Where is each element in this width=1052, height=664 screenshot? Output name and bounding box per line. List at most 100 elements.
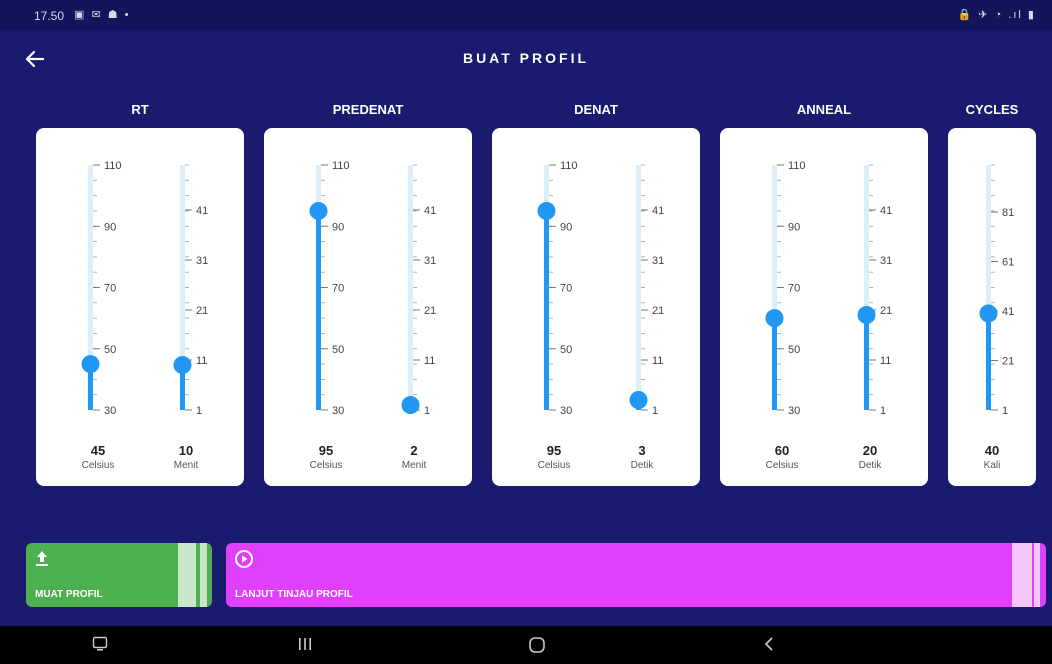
slider-tick-label: 50 — [332, 344, 344, 356]
slider-thumb[interactable] — [173, 356, 192, 374]
slider-fill — [986, 313, 991, 410]
load-profile-button[interactable]: MUAT PROFIL — [26, 543, 212, 607]
slider-tick-label: 1 — [652, 405, 658, 417]
slider-tick-label: 30 — [332, 405, 344, 417]
screenshot-icon[interactable] — [92, 636, 108, 657]
slider-tick-label: 81 — [1002, 207, 1014, 219]
slider-graphic: 413121111 — [401, 164, 436, 417]
denat-temperature-unit: Celsius — [537, 460, 571, 471]
slider-thumb[interactable] — [537, 201, 556, 220]
notification-icons: ▣ ✉ ☗ • — [74, 9, 131, 21]
slider-tick-label: 41 — [424, 205, 436, 217]
slider-tick-label: 41 — [880, 205, 892, 217]
slider-graphic: 413121111 — [173, 164, 208, 417]
slider-cycles-count[interactable]: 81 61 41 21 1 — [978, 162, 1048, 417]
slider-tick-label: 31 — [424, 255, 436, 267]
slider-graphic: 110 90 70 50 30 — [309, 160, 350, 417]
slider-fill — [772, 318, 777, 410]
continue-button-stripe-thin — [1034, 543, 1040, 607]
slider-thumb[interactable] — [81, 355, 100, 374]
continue-review-profile-button[interactable]: LANJUT TINJAU PROFIL — [226, 543, 1046, 607]
anneal-temperature-unit: Celsius — [765, 460, 799, 471]
slider-tick-label: 41 — [652, 205, 664, 217]
slider-tick-label: 1 — [196, 405, 202, 417]
system-status-icons: 🔒 ✈ ◔ .ıl ▮ — [957, 9, 1036, 21]
slider-tick-label: 1 — [1002, 405, 1008, 417]
predenat-time-unit: Menit — [401, 460, 427, 471]
denat-time-unit: Detik — [630, 460, 654, 471]
slider-graphic: 110 90 70 50 30 — [81, 160, 122, 417]
slider-tick-label: 31 — [880, 255, 892, 267]
slider-rt-temperature[interactable]: 110 90 70 50 30 — [80, 160, 150, 417]
slider-tick-label: 21 — [652, 305, 664, 317]
slider-anneal-temperature[interactable]: 110 90 70 50 30 — [764, 160, 834, 417]
slider-tick-label: 1 — [880, 405, 886, 417]
anneal-temperature-value: 60 — [774, 443, 790, 458]
slider-tick-label: 90 — [788, 221, 800, 233]
slider-tick-label: 31 — [652, 255, 664, 267]
anneal-time-value: 20 — [862, 443, 878, 458]
slider-fill — [544, 210, 549, 410]
slider-tick-label: 90 — [104, 221, 116, 233]
page-title: BUAT PROFIL — [462, 50, 590, 66]
slider-thumb[interactable] — [857, 306, 876, 324]
slider-tick-label: 31 — [196, 255, 208, 267]
slider-thumb[interactable] — [629, 391, 648, 409]
column-label-denat: DENAT — [574, 102, 618, 117]
slider-thumb[interactable] — [765, 309, 784, 328]
slider-thumb[interactable] — [309, 201, 328, 220]
slider-tick-label: 110 — [788, 160, 806, 172]
slider-tick-label: 90 — [560, 221, 572, 233]
rt-temperature-value: 45 — [90, 443, 106, 458]
back-nav-icon[interactable] — [762, 636, 778, 657]
slider-tick-label: 110 — [332, 160, 350, 172]
column-label-rt: RT — [131, 102, 149, 117]
predenat-temperature-value: 95 — [318, 443, 334, 458]
recent-apps-icon[interactable] — [297, 636, 313, 657]
slider-tick-label: 61 — [1002, 257, 1014, 269]
column-label-predenat: PREDENAT — [332, 102, 404, 117]
slider-tick-label: 50 — [104, 344, 116, 356]
slider-tick-label: 70 — [104, 283, 116, 295]
slider-tick-label: 41 — [1002, 306, 1014, 318]
slider-tick-label: 21 — [424, 305, 436, 317]
cycles-value: 40 — [984, 443, 1000, 458]
slider-graphic: 110 90 70 50 30 — [765, 160, 806, 417]
load-button-stripe-thin — [200, 543, 207, 607]
slider-tick-label: 70 — [560, 283, 572, 295]
slider-tick-label: 50 — [560, 344, 572, 356]
denat-time-value: 3 — [638, 443, 646, 458]
slider-track — [408, 165, 413, 410]
slider-graphic: 413121111 — [629, 164, 664, 417]
slider-tick-label: 1 — [424, 405, 430, 417]
continue-review-profile-label: LANJUT TINJAU PROFIL — [235, 589, 353, 600]
rt-time-value: 10 — [178, 443, 194, 458]
slider-anneal-time[interactable]: 41 31 21 11 1 — [856, 162, 926, 417]
slider-predenat-time[interactable]: 41 31 21 11 1 — [400, 162, 470, 417]
slider-graphic: 81 61 41 21 1 — [979, 164, 1014, 417]
slider-predenat-temperature[interactable]: 110 90 70 50 30 — [308, 160, 378, 417]
slider-tick-label: 11 — [196, 355, 207, 367]
slider-graphic: 413121111 — [857, 164, 892, 417]
slider-tick-label: 50 — [788, 344, 800, 356]
slider-denat-temperature[interactable]: 110 90 70 50 30 — [536, 160, 606, 417]
status-bar: 17.50 ▣ ✉ ☗ • 🔒 ✈ ◔ .ıl ▮ — [0, 0, 1052, 30]
slider-tick-label: 30 — [788, 405, 800, 417]
play-circle-icon — [234, 549, 254, 574]
predenat-temperature-unit: Celsius — [309, 460, 343, 471]
slider-tick-label: 70 — [788, 283, 800, 295]
slider-tick-label: 11 — [424, 355, 435, 367]
slider-fill — [316, 210, 321, 410]
rt-time-unit: Menit — [173, 460, 199, 471]
slider-tick-label: 110 — [560, 160, 578, 172]
home-icon[interactable] — [528, 636, 546, 659]
denat-temperature-value: 95 — [546, 443, 562, 458]
slider-rt-time[interactable]: 41 31 21 11 1 — [172, 162, 242, 417]
slider-tick-label: 11 — [652, 355, 663, 367]
slider-thumb[interactable] — [401, 396, 420, 414]
app-bar: BUAT PROFIL — [0, 30, 1052, 90]
slider-denat-time[interactable]: 41 31 21 11 1 — [628, 162, 698, 417]
slider-fill — [864, 315, 869, 410]
slider-thumb[interactable] — [979, 304, 998, 323]
slider-tick-label: 41 — [196, 205, 208, 217]
